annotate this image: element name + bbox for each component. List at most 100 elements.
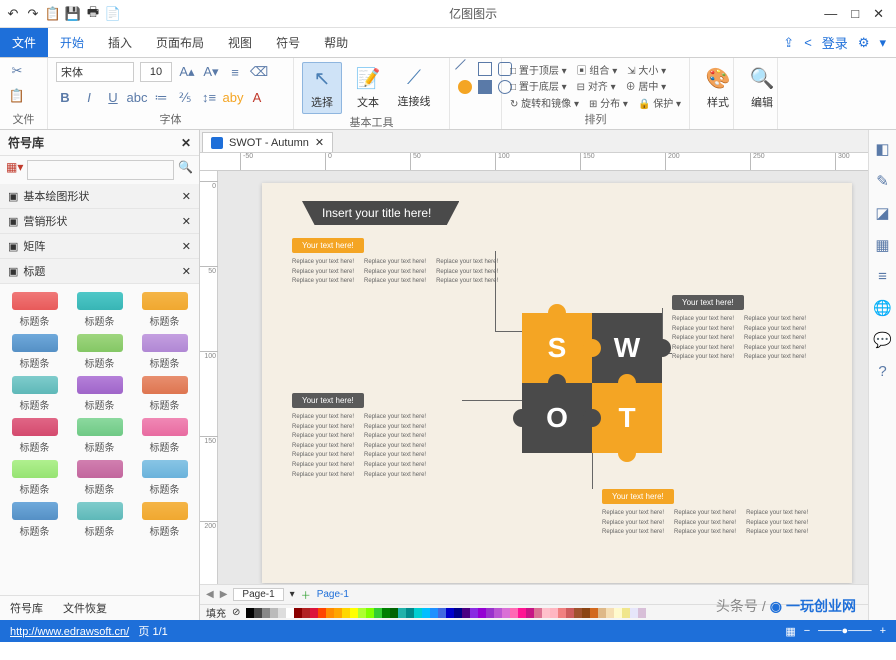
color-swatch[interactable] xyxy=(590,608,598,618)
increase-font-icon[interactable]: A▴ xyxy=(178,63,196,81)
property-tool-icon[interactable]: 🌐 xyxy=(873,299,892,317)
color-swatch[interactable] xyxy=(542,608,550,618)
sidebar-close-icon[interactable]: ✕ xyxy=(181,136,191,150)
rect-shape[interactable] xyxy=(478,62,492,76)
color-swatch[interactable] xyxy=(486,608,494,618)
zoom-out-icon[interactable]: − xyxy=(804,625,810,637)
clear-format-icon[interactable]: ⌫ xyxy=(250,63,268,81)
tab-file[interactable]: 文件 xyxy=(0,28,48,57)
shape-item[interactable]: 标题条 xyxy=(134,334,195,370)
shape-item[interactable]: 标题条 xyxy=(69,292,130,328)
shape-item[interactable]: 标题条 xyxy=(134,376,195,412)
color-swatch[interactable] xyxy=(510,608,518,618)
chevron-down-icon[interactable]: ▾ xyxy=(879,35,886,51)
align-button[interactable]: ⊟ 对齐 ▾ xyxy=(577,78,616,93)
view-mode-icon[interactable]: ▦ xyxy=(785,625,795,638)
size-button[interactable]: ⇲ 大小 ▾ xyxy=(627,62,666,77)
shape-item[interactable]: 标题条 xyxy=(69,418,130,454)
text-block-3[interactable]: Replace your text here!Replace your text… xyxy=(292,413,426,480)
shape-item[interactable]: 标题条 xyxy=(69,502,130,538)
text-label-1[interactable]: Your text here! xyxy=(292,238,364,253)
category-matrix[interactable]: ▣ 矩阵✕ xyxy=(0,234,199,259)
shape-item[interactable]: 标题条 xyxy=(134,460,195,496)
search-icon[interactable]: 🔍 xyxy=(178,160,193,180)
color-swatch[interactable] xyxy=(470,608,478,618)
print-icon[interactable]: 🖶 xyxy=(84,5,102,23)
theme-tool-icon[interactable]: ▦ xyxy=(875,236,889,254)
tab-insert[interactable]: 插入 xyxy=(96,28,144,57)
shape-item[interactable]: 标题条 xyxy=(134,418,195,454)
text-block-1[interactable]: Replace your text here!Replace your text… xyxy=(292,258,498,287)
undo-icon[interactable]: ↶ xyxy=(4,5,22,23)
color-swatch[interactable] xyxy=(270,608,278,618)
next-page-icon[interactable]: ▶ xyxy=(220,589,228,600)
color-swatch[interactable] xyxy=(582,608,590,618)
shape-item[interactable]: 标题条 xyxy=(4,418,65,454)
tab-symbols[interactable]: 符号 xyxy=(264,28,312,57)
color-swatch[interactable] xyxy=(310,608,318,618)
color-swatch[interactable] xyxy=(286,608,294,618)
puzzle-t[interactable]: T xyxy=(592,383,662,453)
redo-icon[interactable]: ↷ xyxy=(24,5,42,23)
search-shapes-input[interactable] xyxy=(27,160,174,180)
puzzle-w[interactable]: W xyxy=(592,313,662,383)
font-family-combo[interactable]: 宋体 xyxy=(56,62,134,82)
tab-home[interactable]: 开始 xyxy=(48,28,96,57)
title-banner[interactable]: Insert your title here! xyxy=(302,201,459,225)
category-basic-shapes[interactable]: ▣ 基本绘图形状✕ xyxy=(0,184,199,209)
add-page-icon[interactable]: ＋ xyxy=(301,587,311,602)
underline-icon[interactable]: U xyxy=(104,89,122,107)
category-title[interactable]: ▣ 标题✕ xyxy=(0,259,199,284)
bullets-icon[interactable]: ≔ xyxy=(152,89,170,107)
send-back-button[interactable]: □ 置于底层 ▾ xyxy=(510,78,567,93)
color-swatch[interactable] xyxy=(454,608,462,618)
shape-item[interactable]: 标题条 xyxy=(69,334,130,370)
help-tool-icon[interactable]: ? xyxy=(878,363,886,380)
color-swatch[interactable] xyxy=(398,608,406,618)
color-swatch[interactable] xyxy=(638,608,646,618)
line-shape[interactable] xyxy=(455,59,475,79)
square-shape[interactable] xyxy=(478,80,492,94)
color-swatch[interactable] xyxy=(382,608,390,618)
distribute-button[interactable]: ⊞ 分布 ▾ xyxy=(589,95,628,110)
rotate-button[interactable]: ↻ 旋转和镜像 ▾ xyxy=(510,95,579,110)
color-swatch[interactable] xyxy=(438,608,446,618)
color-swatch[interactable] xyxy=(334,608,342,618)
strike-icon[interactable]: abc xyxy=(128,89,146,107)
tab-view[interactable]: 视图 xyxy=(216,28,264,57)
page-menu-icon[interactable]: ▾ xyxy=(290,589,295,600)
color-swatch[interactable] xyxy=(478,608,486,618)
connector-tool[interactable]: ⟋连接线 xyxy=(394,62,434,114)
color-swatch[interactable] xyxy=(430,608,438,618)
color-swatch[interactable] xyxy=(254,608,262,618)
no-fill-icon[interactable]: ⊘ xyxy=(232,607,240,618)
color-swatch[interactable] xyxy=(534,608,542,618)
text-label-3[interactable]: Your text here! xyxy=(292,393,364,408)
login-link[interactable]: 登录 xyxy=(822,33,848,52)
style-button[interactable]: 🎨样式 xyxy=(698,62,738,114)
color-swatch[interactable] xyxy=(614,608,622,618)
text-block-4[interactable]: Replace your text here!Replace your text… xyxy=(602,509,808,538)
document-tab[interactable]: SWOT - Autumn ✕ xyxy=(202,132,333,152)
text-label-2[interactable]: Your text here! xyxy=(672,295,744,310)
page-tab[interactable]: Page-1 xyxy=(233,588,283,601)
puzzle-o[interactable]: O xyxy=(522,383,592,453)
color-swatch[interactable] xyxy=(558,608,566,618)
puzzle-s[interactable]: S xyxy=(522,313,592,383)
maximize-button[interactable]: □ xyxy=(851,6,859,22)
color-swatch[interactable] xyxy=(318,608,326,618)
layer-tool-icon[interactable]: ≡ xyxy=(878,268,887,285)
color-swatch[interactable] xyxy=(606,608,614,618)
color-swatch[interactable] xyxy=(366,608,374,618)
library-icon[interactable]: ▦▾ xyxy=(6,160,23,180)
color-swatch[interactable] xyxy=(406,608,414,618)
page-canvas[interactable]: Insert your title here! Your text here! … xyxy=(262,183,852,583)
color-swatch[interactable] xyxy=(622,608,630,618)
zoom-slider[interactable]: ───●─── xyxy=(818,625,871,637)
color-swatch[interactable] xyxy=(526,608,534,618)
zoom-in-icon[interactable]: + xyxy=(880,625,886,637)
color-swatch[interactable] xyxy=(390,608,398,618)
color-swatch[interactable] xyxy=(246,608,254,618)
color-swatch[interactable] xyxy=(294,608,302,618)
viewport[interactable]: Insert your title here! Your text here! … xyxy=(218,171,896,584)
